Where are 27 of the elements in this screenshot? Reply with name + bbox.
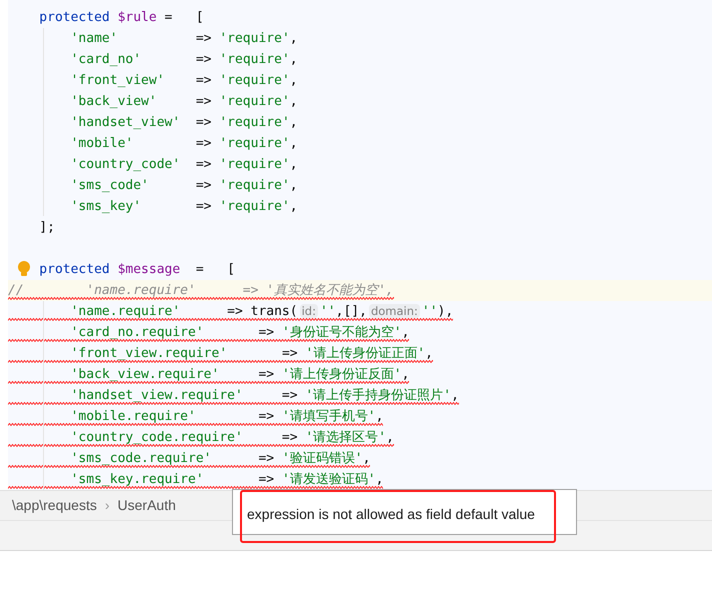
code-line: ]; <box>39 219 55 237</box>
code-line: 'handset_view.require' => '请上传手持身份证照片', <box>70 387 459 405</box>
code-line: 'mobile' => 'require', <box>70 135 298 153</box>
code-line: 'name.require' => trans( id: '',[], domain: ''), <box>70 303 454 321</box>
code-line: 'sms_code' => 'require', <box>70 177 298 195</box>
code-line: 'name' => 'require', <box>70 30 298 48</box>
code-line: 'sms_code.require' => '验证码错误', <box>70 450 370 468</box>
code-line: 'front_view' => 'require', <box>70 72 298 90</box>
tooltip: expression is not allowed as field default value <box>232 489 577 535</box>
breadcrumb-item[interactable]: UserAuth <box>118 495 176 516</box>
breadcrumb-separator: › <box>104 496 110 515</box>
code-line: 'card_no.require' => '身份证号不能为空', <box>70 324 410 342</box>
code-line: 'front_view.require' => '请上传身份证正面', <box>70 345 433 363</box>
breadcrumb-item[interactable]: \app\requests <box>12 495 97 516</box>
code-line: 'card_no' => 'require', <box>70 51 298 69</box>
code-comment: // 'name.require' => '真实姓名不能为空', <box>8 282 394 300</box>
code-line: protected $rule = [ <box>39 9 204 27</box>
code-line: 'handset_view' => 'require', <box>70 114 298 132</box>
code-line: 'mobile.require' => '请填写手机号', <box>70 408 384 426</box>
code-line: 'country_code' => 'require', <box>70 156 298 174</box>
lightbulb-icon[interactable] <box>17 261 31 278</box>
code-line: 'sms_key' => 'require', <box>70 198 298 216</box>
code-line: 'sms_key.require' => '请发送验证码', <box>70 471 384 489</box>
code-line: 'back_view' => 'require', <box>70 93 298 111</box>
code-line: 'back_view.require' => '请上传身份证反面', <box>70 366 410 384</box>
code-line: 'country_code.require' => '请选择区号', <box>70 429 394 447</box>
code-line: protected $message = [ <box>39 261 235 279</box>
